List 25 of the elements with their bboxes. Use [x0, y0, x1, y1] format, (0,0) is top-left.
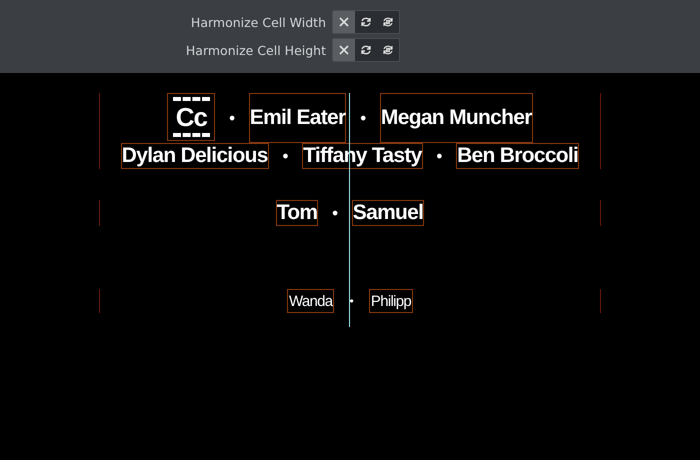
option-label: Harmonize Cell Width — [190, 14, 326, 30]
cycle-list-icon — [382, 16, 394, 28]
credit-name: Samuel — [352, 200, 424, 226]
bullet: • — [434, 146, 446, 168]
cycle-list-icon — [382, 44, 394, 56]
option-label: Harmonize Cell Height — [186, 42, 326, 58]
credit-name: Wanda — [286, 289, 334, 313]
bullet: • — [357, 108, 369, 130]
credit-name: Megan Muncher — [380, 93, 533, 143]
credit-name: Philipp — [368, 289, 414, 313]
clear-icon-button[interactable] — [333, 11, 355, 33]
clear-icon — [338, 16, 350, 28]
credit-name: Ben Broccoli — [456, 143, 580, 169]
clear-icon-button[interactable] — [333, 39, 355, 61]
cycle-icon — [360, 44, 372, 56]
cycle-icon — [360, 16, 372, 28]
cc-logo: Cc — [167, 93, 216, 141]
clear-icon — [338, 44, 350, 56]
bullet: • — [280, 146, 292, 168]
credit-name: Dylan Delicious — [120, 143, 269, 169]
bullet: • — [226, 108, 238, 130]
bullet: • — [347, 294, 356, 310]
credit-name: Emil Eater — [248, 93, 346, 143]
credit-name: Tom — [276, 200, 318, 226]
bullet: • — [329, 202, 341, 224]
